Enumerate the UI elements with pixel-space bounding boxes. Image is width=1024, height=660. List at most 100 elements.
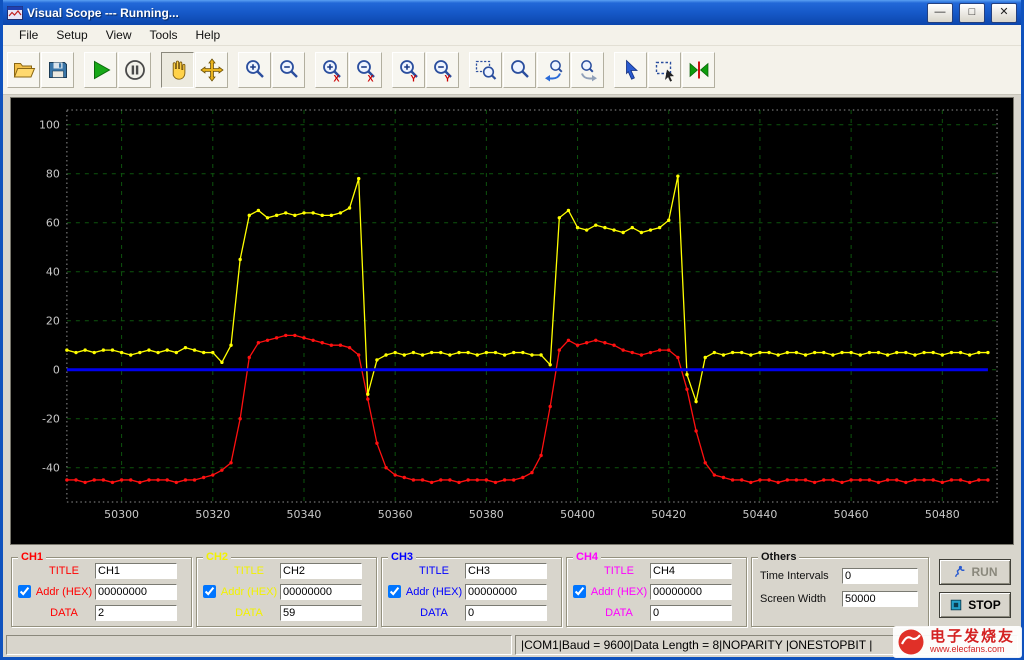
svg-text:0: 0 bbox=[53, 364, 60, 377]
channel-title-label: TITLE bbox=[588, 565, 650, 577]
channel-data-input[interactable] bbox=[95, 605, 177, 621]
channel-data-input[interactable] bbox=[650, 605, 732, 621]
pointer-icon bbox=[619, 58, 643, 82]
zoom-window-button[interactable] bbox=[469, 52, 502, 88]
svg-text:50400: 50400 bbox=[560, 508, 595, 521]
minimize-button[interactable]: — bbox=[927, 3, 953, 23]
channel-addr-checkbox[interactable] bbox=[388, 585, 401, 598]
status-bar: |COM1|Baud = 9600|Data Length = 8|NOPARI… bbox=[3, 633, 1021, 657]
others-group: Others Time Intervals Screen Width bbox=[751, 557, 929, 627]
menu-view[interactable]: View bbox=[97, 26, 141, 44]
svg-text:50460: 50460 bbox=[834, 508, 869, 521]
title-bar[interactable]: Visual Scope --- Running... — □ ✕ bbox=[3, 0, 1021, 25]
zoom-in-button[interactable] bbox=[238, 52, 271, 88]
move-view-button[interactable] bbox=[195, 52, 228, 88]
channel-addr-checkbox[interactable] bbox=[203, 585, 216, 598]
channel-title-input[interactable] bbox=[465, 563, 547, 579]
select-region-icon bbox=[653, 58, 677, 82]
app-window: Visual Scope --- Running... — □ ✕ FileSe… bbox=[0, 0, 1024, 660]
save-file-button[interactable] bbox=[41, 52, 74, 88]
move-view-icon bbox=[200, 58, 224, 82]
cursor-markers-icon bbox=[687, 58, 711, 82]
redo-zoom-button[interactable] bbox=[571, 52, 604, 88]
channel-name-label: CH2 bbox=[203, 550, 231, 564]
zoom-in-icon bbox=[243, 58, 267, 82]
channel-data-label: DATA bbox=[33, 607, 95, 619]
run-person-icon bbox=[953, 565, 967, 579]
channel-addr-input[interactable] bbox=[280, 584, 362, 600]
channel-addr-checkbox[interactable] bbox=[18, 585, 31, 598]
channel-group-ch4: CH4 TITLE Addr (HEX) DATA bbox=[566, 557, 747, 627]
control-panel: CH1 TITLE Addr (HEX) DATA CH2 TITLE Addr… bbox=[3, 547, 1021, 633]
svg-text:60: 60 bbox=[46, 217, 60, 230]
zoom-window-icon bbox=[474, 58, 498, 82]
channel-title-input[interactable] bbox=[280, 563, 362, 579]
svg-text:50320: 50320 bbox=[195, 508, 230, 521]
channel-group-ch2: CH2 TITLE Addr (HEX) DATA bbox=[196, 557, 377, 627]
menu-tools[interactable]: Tools bbox=[141, 26, 187, 44]
channel-addr-label: Addr (HEX) bbox=[218, 586, 280, 598]
channel-addr-input[interactable] bbox=[465, 584, 547, 600]
screen-width-label: Screen Width bbox=[760, 593, 842, 605]
channel-title-label: TITLE bbox=[403, 565, 465, 577]
channel-title-input[interactable] bbox=[95, 563, 177, 579]
channel-data-label: DATA bbox=[588, 607, 650, 619]
pointer-button[interactable] bbox=[614, 52, 647, 88]
screen-width-input[interactable] bbox=[842, 591, 918, 607]
pause-button[interactable] bbox=[118, 52, 151, 88]
svg-text:20: 20 bbox=[46, 315, 60, 328]
maximize-button[interactable]: □ bbox=[959, 3, 985, 23]
open-file-icon bbox=[12, 58, 36, 82]
zoom-out-button[interactable] bbox=[272, 52, 305, 88]
menu-file[interactable]: File bbox=[10, 26, 47, 44]
select-region-button[interactable] bbox=[648, 52, 681, 88]
svg-text:50380: 50380 bbox=[469, 508, 504, 521]
channel-data-input[interactable] bbox=[280, 605, 362, 621]
menu-help[interactable]: Help bbox=[187, 26, 230, 44]
svg-text:-20: -20 bbox=[42, 413, 60, 426]
channel-title-input[interactable] bbox=[650, 563, 732, 579]
channel-addr-checkbox[interactable] bbox=[573, 585, 586, 598]
undo-zoom-icon bbox=[542, 58, 566, 82]
stop-square-icon bbox=[949, 598, 963, 612]
zoom-in-y-button[interactable] bbox=[392, 52, 425, 88]
close-button[interactable]: ✕ bbox=[991, 3, 1017, 23]
stop-button[interactable]: STOP bbox=[939, 592, 1011, 618]
menu-setup[interactable]: Setup bbox=[47, 26, 96, 44]
channel-addr-label: Addr (HEX) bbox=[403, 586, 465, 598]
plot-area: 5030050320503405036050380504005042050440… bbox=[10, 97, 1014, 545]
channel-group-ch1: CH1 TITLE Addr (HEX) DATA bbox=[11, 557, 192, 627]
pan-hand-button[interactable] bbox=[161, 52, 194, 88]
time-intervals-input[interactable] bbox=[842, 568, 918, 584]
menu-bar: FileSetupViewToolsHelp bbox=[3, 25, 1021, 46]
channel-data-label: DATA bbox=[403, 607, 465, 619]
redo-zoom-icon bbox=[576, 58, 600, 82]
zoom-in-y-icon bbox=[397, 58, 421, 82]
time-intervals-label: Time Intervals bbox=[760, 570, 842, 582]
channel-addr-input[interactable] bbox=[650, 584, 732, 600]
zoom-in-x-button[interactable] bbox=[315, 52, 348, 88]
status-left-panel bbox=[6, 635, 512, 655]
run-icon bbox=[89, 58, 113, 82]
others-legend: Others bbox=[758, 550, 799, 564]
zoom-out-y-button[interactable] bbox=[426, 52, 459, 88]
channel-data-input[interactable] bbox=[465, 605, 547, 621]
run-button[interactable] bbox=[84, 52, 117, 88]
undo-zoom-button[interactable] bbox=[537, 52, 570, 88]
zoom-full-button[interactable] bbox=[503, 52, 536, 88]
window-title: Visual Scope --- Running... bbox=[27, 6, 921, 20]
run-stop-column: RUN STOP bbox=[933, 557, 1013, 618]
channel-addr-label: Addr (HEX) bbox=[588, 586, 650, 598]
channel-name-label: CH3 bbox=[388, 550, 416, 564]
open-file-button[interactable] bbox=[7, 52, 40, 88]
svg-text:80: 80 bbox=[46, 168, 60, 181]
zoom-out-x-button[interactable] bbox=[349, 52, 382, 88]
scope-plot[interactable]: 5030050320503405036050380504005042050440… bbox=[11, 98, 1013, 544]
run-button[interactable]: RUN bbox=[939, 559, 1011, 585]
channel-addr-input[interactable] bbox=[95, 584, 177, 600]
channel-title-label: TITLE bbox=[218, 565, 280, 577]
cursor-markers-button[interactable] bbox=[682, 52, 715, 88]
zoom-out-x-icon bbox=[354, 58, 378, 82]
channel-name-label: CH4 bbox=[573, 550, 601, 564]
svg-text:40: 40 bbox=[46, 266, 60, 279]
